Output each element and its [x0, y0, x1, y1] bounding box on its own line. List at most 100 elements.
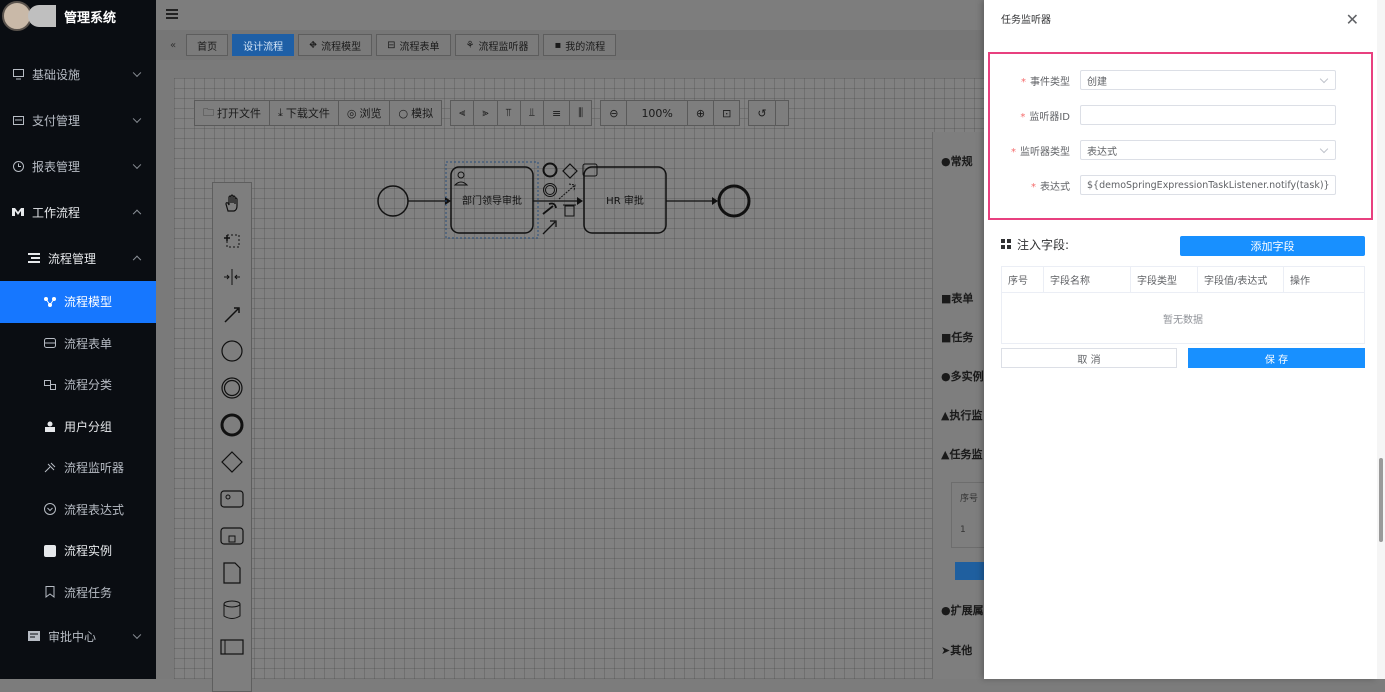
event-type-select[interactable]: 创建	[1080, 70, 1336, 90]
expression-input[interactable]: ${demoSpringExpressionTaskListener.notif…	[1080, 175, 1336, 195]
chevron-down-icon	[132, 114, 142, 124]
sidebar-item-label: 流程实例	[64, 544, 113, 559]
required-mark: *	[1020, 112, 1026, 123]
sidebar-item-label: 流程任务	[64, 585, 113, 600]
page-scrollbar[interactable]	[1377, 0, 1385, 679]
event-type-label: * 事件类型	[1021, 73, 1070, 88]
expression-label: * 表达式	[1031, 178, 1070, 193]
prop-label: 执行监	[949, 409, 983, 422]
drawer-title: 任务监听器	[1001, 14, 1051, 26]
instance-icon	[44, 544, 56, 557]
pool-icon[interactable]	[220, 635, 244, 659]
listener-type-label: * 监听器类型	[1011, 143, 1070, 158]
connect-tool-icon[interactable]	[220, 302, 244, 326]
sequence-flow[interactable]	[533, 197, 583, 205]
connect-icon[interactable]	[558, 183, 576, 200]
chevron-up-icon	[132, 255, 142, 265]
listener-id-input[interactable]	[1080, 105, 1336, 125]
prop-other[interactable]: ➤其他	[941, 642, 972, 658]
subprocess-icon[interactable]	[220, 524, 244, 548]
sidebar-item-process-instance[interactable]: 流程实例	[0, 530, 156, 572]
tab-home[interactable]: 首页	[186, 34, 229, 56]
sidebar-item-infrastructure[interactable]: 基础设施	[0, 51, 156, 97]
prop-multi-instance[interactable]: ●多实例	[941, 368, 984, 384]
task-department-leader[interactable]: 部门领导审批	[450, 166, 534, 234]
mini-table-header: 序号	[960, 494, 979, 504]
gateway-icon[interactable]	[220, 450, 244, 474]
model-icon	[44, 296, 56, 308]
monitor-icon	[12, 68, 24, 80]
sidebar-item-process-form[interactable]: 流程表单	[0, 323, 156, 365]
tab-label: 设计流程	[243, 41, 284, 53]
close-icon[interactable]: ✕	[1346, 10, 1359, 29]
tab-my-process[interactable]: ▪ 我的流程	[543, 34, 617, 56]
prop-task[interactable]: ■任务	[941, 329, 973, 345]
prop-extension[interactable]: ●扩展属	[941, 602, 984, 618]
end-event-icon[interactable]	[220, 413, 244, 437]
append-gateway-icon[interactable]	[562, 163, 578, 179]
form-icon: ■	[941, 292, 952, 305]
hamburger-icon[interactable]	[166, 8, 178, 22]
start-event[interactable]	[377, 185, 409, 217]
add-field-button[interactable]: 添加字段	[1180, 236, 1365, 256]
top-bar	[156, 0, 984, 30]
data-object-icon[interactable]	[220, 561, 244, 585]
tab-label: 流程表单	[399, 41, 440, 53]
delete-icon[interactable]	[563, 204, 576, 217]
bookmark-icon	[44, 586, 56, 599]
mini-table-row: 1	[960, 525, 966, 535]
sidebar-item-approval-center[interactable]: 审批中心	[0, 613, 156, 659]
sidebar-item-process-management[interactable]: 流程管理	[0, 235, 156, 281]
sidebar-item-process-model[interactable]: 流程模型	[0, 281, 156, 323]
plus-circle-icon: ●	[941, 370, 951, 383]
clock-icon	[12, 160, 24, 172]
grid-icon	[1001, 238, 1011, 252]
sidebar-item-label: 流程表达式	[64, 502, 125, 517]
prop-label: 其他	[950, 644, 973, 657]
prop-label: 任务	[951, 331, 974, 344]
list-icon	[28, 252, 40, 264]
wrench-icon[interactable]	[542, 202, 557, 215]
sidebar-item-process-listener[interactable]: 流程监听器	[0, 447, 156, 489]
sidebar-item-workflow[interactable]: 工作流程	[0, 189, 156, 235]
listener-type-select[interactable]: 表达式	[1080, 140, 1336, 160]
sidebar-item-user-group[interactable]: 用户分组	[0, 406, 156, 448]
tab-process-model[interactable]: ⛖ 流程模型	[298, 34, 373, 56]
sidebar-item-process-task[interactable]: 流程任务	[0, 572, 156, 614]
sequence-flow[interactable]	[666, 197, 718, 205]
sequence-flow[interactable]	[408, 197, 451, 205]
intermediate-event-icon[interactable]	[220, 376, 244, 400]
tab-process-listener[interactable]: ⚘ 流程监听器	[454, 34, 540, 56]
task-label: 部门领导审批	[462, 194, 522, 207]
task-hr[interactable]: HR 审批	[583, 166, 667, 234]
fields-table: 序号 字段名称 字段类型 字段值/表达式 操作 暂无数据	[1001, 266, 1365, 344]
sidebar-item-process-expression[interactable]: 流程表达式	[0, 489, 156, 531]
plus-circle-icon: ●	[941, 604, 951, 617]
scrollbar-thumb[interactable]	[1379, 458, 1383, 542]
tabs-collapse-icon[interactable]: «	[164, 34, 182, 56]
sidebar-item-process-category[interactable]: 流程分类	[0, 364, 156, 406]
prop-task-listener[interactable]: ▲任务监	[941, 446, 982, 462]
prop-form[interactable]: ■表单	[941, 290, 973, 306]
tab-process-form[interactable]: ⊟ 流程表单	[376, 34, 451, 56]
prop-label: 常规	[950, 155, 973, 168]
listener-id-label: * 监听器ID	[1020, 108, 1070, 123]
prop-execution-listener[interactable]: ▲执行监	[941, 407, 982, 423]
sidebar-item-payment[interactable]: 支付管理	[0, 97, 156, 143]
listener-type-row: * 监听器类型 表达式	[984, 140, 1377, 160]
user-task-icon[interactable]	[220, 487, 244, 511]
prop-label: 扩展属	[950, 604, 984, 617]
category-icon	[44, 379, 56, 391]
prop-general[interactable]: ●常规	[941, 153, 973, 169]
cancel-button[interactable]: 取 消	[1001, 348, 1177, 368]
append-end-event-icon[interactable]	[542, 162, 558, 178]
connect-arrow-icon[interactable]	[542, 220, 557, 235]
end-event[interactable]	[717, 184, 751, 218]
tab-design-process[interactable]: 设计流程	[232, 34, 295, 56]
start-event-icon[interactable]	[220, 339, 244, 363]
data-store-icon[interactable]	[220, 598, 244, 622]
label-text: 监听器类型	[1020, 147, 1070, 158]
save-button[interactable]: 保 存	[1188, 348, 1365, 368]
sidebar-item-reports[interactable]: 报表管理	[0, 143, 156, 189]
approval-icon	[28, 630, 40, 642]
